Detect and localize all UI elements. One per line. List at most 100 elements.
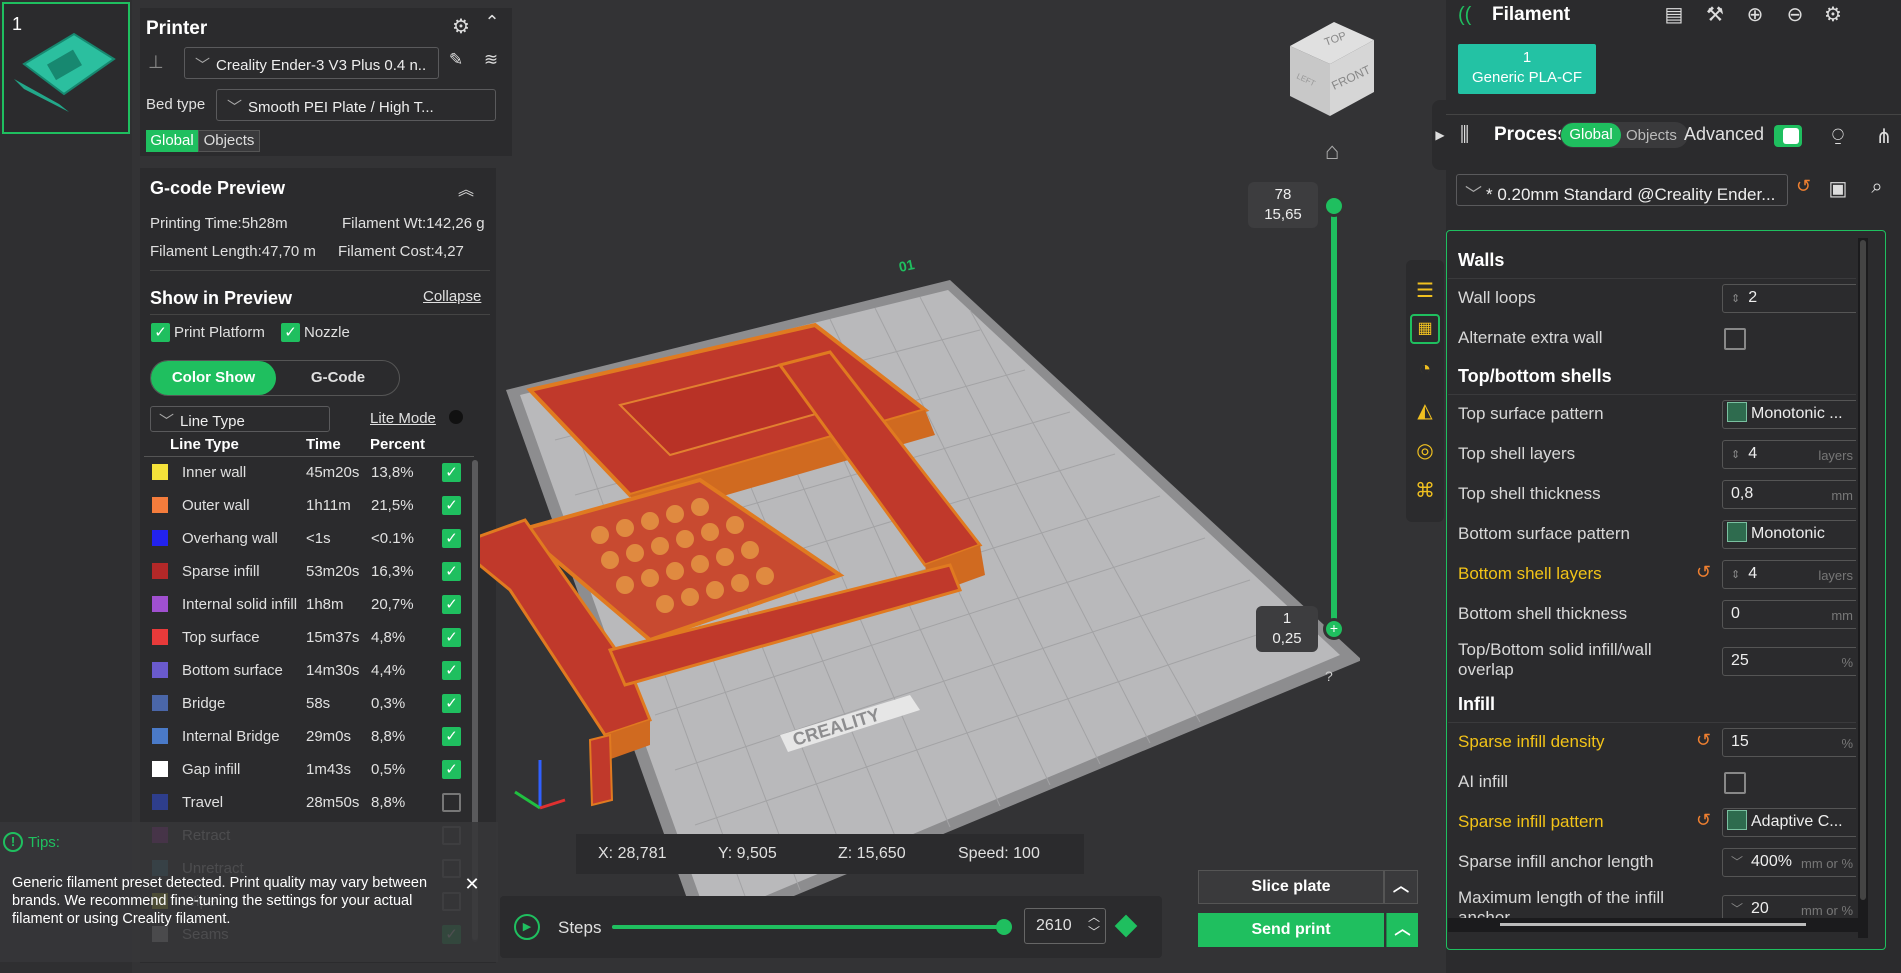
print-platform-checkbox[interactable]: ✓ (151, 323, 170, 342)
printer-settings-gear-icon[interactable]: ⚙ (448, 14, 474, 39)
reset-icon[interactable]: ↺ (1696, 810, 1711, 831)
advanced-toggle[interactable] (1774, 125, 1802, 147)
play-icon[interactable]: ▶ (514, 914, 540, 940)
printer-tab-global[interactable]: Global (146, 130, 198, 152)
settings-hscrollbar[interactable] (1448, 918, 1858, 932)
nozzle-checkbox[interactable]: ✓ (281, 323, 300, 342)
home-icon[interactable]: ⌂ (1317, 138, 1347, 166)
line-type-time: 1m43s (306, 761, 351, 778)
send-print-button[interactable]: Send print (1198, 913, 1384, 947)
reset-icon[interactable]: ↺ (1696, 562, 1711, 583)
bed-type-select[interactable]: ﹀Smooth PEI Plate / High T... (216, 89, 496, 121)
steps-slider-knob[interactable] (996, 919, 1012, 935)
setting-value: Adaptive C... (1751, 813, 1843, 830)
setting-input[interactable]: 25% (1722, 647, 1856, 676)
setting-combo[interactable]: ﹀400%mm or % (1722, 848, 1856, 877)
line-type-visibility-checkbox[interactable]: ✓ (442, 496, 461, 515)
process-preset-select[interactable]: ﹀* 0.20mm Standard @Creality Ender... (1456, 174, 1788, 206)
line-type-visibility-checkbox[interactable]: ✓ (442, 529, 461, 548)
preset-reset-icon[interactable]: ↺ (1796, 176, 1811, 197)
sidebar-collapse-arrow-icon[interactable]: ▶ (1432, 100, 1448, 170)
remove-filament-icon[interactable]: ⊖ (1782, 2, 1808, 27)
line-type-visibility-checkbox[interactable]: ✓ (442, 760, 461, 779)
setting-label: Sparse infill anchor length (1458, 852, 1678, 872)
feature-icon[interactable]: ⌘ (1412, 478, 1438, 503)
chevron-down-icon: ﹀ (1731, 855, 1743, 869)
collapse-link[interactable]: Collapse (423, 288, 481, 305)
height-icon[interactable]: ◭ (1412, 398, 1438, 423)
send-dropdown-chevron-up-icon[interactable]: ︿ (1386, 913, 1418, 947)
search-icon[interactable]: ⌕ (1864, 176, 1890, 199)
layers-icon[interactable]: ☰ (1412, 278, 1438, 303)
line-type-row: Travel28m50s8,8% (144, 790, 470, 820)
layer-slider-track[interactable] (1331, 206, 1337, 630)
line-type-select[interactable]: ﹀Line Type (150, 406, 330, 432)
slice-plate-button[interactable]: Slice plate (1198, 870, 1384, 904)
filament-sync-icon[interactable]: ▤ (1660, 2, 1688, 27)
layer-slider-top-handle[interactable] (1323, 195, 1345, 217)
setting-input[interactable]: ⇕2 (1722, 284, 1856, 313)
line-type-visibility-checkbox[interactable]: ✓ (442, 463, 461, 482)
fan-icon[interactable]: ◎ (1412, 438, 1438, 463)
line-type-percent: 8,8% (371, 728, 405, 745)
line-type-visibility-checkbox[interactable]: ✓ (442, 727, 461, 746)
close-icon[interactable]: ✕ (462, 874, 482, 895)
help-question[interactable]: ? (1325, 668, 1333, 684)
save-preset-icon[interactable]: ▣ (1826, 176, 1850, 201)
setting-input[interactable]: 0,8mm (1722, 480, 1856, 509)
lite-mode-link[interactable]: Lite Mode (370, 410, 436, 427)
filament-dryer-icon[interactable]: ⚒ (1702, 2, 1728, 27)
view-cube[interactable]: TOP FRONT LEFT (1282, 16, 1378, 120)
setting-value: 0 (1731, 605, 1740, 622)
filament-slot[interactable]: 1 Generic PLA-CF (1458, 44, 1596, 94)
viewport-canvas[interactable]: CREALITY 01 (480, 120, 1360, 910)
setting-row: Alternate extra wall (1448, 320, 1856, 360)
lite-mode-toggle[interactable] (449, 410, 463, 424)
line-type-visibility-checkbox[interactable]: ✓ (442, 694, 461, 713)
printer-preset-select[interactable]: ﹀Creality Ender-3 V3 Plus 0.4 n.. (184, 47, 439, 79)
setting-checkbox[interactable] (1724, 772, 1746, 794)
setting-checkbox[interactable] (1724, 328, 1746, 350)
show-in-preview-title: Show in Preview (150, 288, 292, 309)
steps-slider-track[interactable] (612, 925, 1010, 929)
setting-pattern-select[interactable]: Adaptive C... (1722, 808, 1856, 837)
collapse-double-up-icon[interactable]: ︽ (456, 176, 476, 200)
layer-slider-bottom-handle[interactable]: + (1323, 618, 1345, 640)
line-type-percent: 20,7% (371, 596, 414, 613)
setting-pattern-select[interactable]: Monotonic (1722, 520, 1856, 549)
share-icon[interactable]: ⋔ (1872, 124, 1896, 149)
line-type-swatch (152, 629, 168, 645)
setting-label: Wall loops (1458, 288, 1678, 308)
speed-gauge-icon[interactable]: ◔ (1412, 358, 1438, 381)
printer-tab-objects[interactable]: Objects (198, 130, 260, 152)
line-type-visibility-checkbox[interactable]: ✓ (442, 562, 461, 581)
spin-updown-icon[interactable]: ︿﹀ (1086, 910, 1102, 940)
collapse-up-icon[interactable]: ⌃ (482, 12, 502, 33)
slice-dropdown-chevron-up-icon[interactable]: ︿ (1384, 870, 1418, 904)
line-type-visibility-checkbox[interactable]: ✓ (442, 628, 461, 647)
hscrollbar-thumb[interactable] (1500, 923, 1806, 926)
gcode-tab[interactable]: G-Code (276, 369, 400, 386)
x-axis (540, 800, 565, 808)
setting-input[interactable]: ⇕4layers (1722, 560, 1856, 589)
setting-input[interactable]: 0mm (1722, 600, 1856, 629)
add-filament-icon[interactable]: ⊕ (1742, 2, 1768, 27)
scrollbar-thumb[interactable] (1860, 240, 1866, 900)
reset-icon[interactable]: ↺ (1696, 730, 1711, 751)
line-type-visibility-checkbox[interactable] (442, 793, 461, 812)
setting-input[interactable]: ⇕4layers (1722, 440, 1856, 469)
line-type-visibility-checkbox[interactable]: ✓ (442, 661, 461, 680)
edit-pencil-icon[interactable]: ✎ (444, 50, 468, 70)
line-type-view-icon[interactable]: ▦ (1410, 314, 1440, 344)
setting-input[interactable]: 15% (1722, 728, 1856, 757)
settings-scrollbar[interactable] (1858, 238, 1868, 938)
color-show-tab[interactable]: Color Show (151, 361, 276, 395)
compare-icon[interactable]: ⍜ (1826, 124, 1850, 147)
setting-pattern-select[interactable]: Monotonic ... (1722, 400, 1856, 429)
filament-settings-gear-icon[interactable]: ⚙ (1820, 2, 1846, 27)
bed-type-value: Smooth PEI Plate / High T... (248, 99, 434, 116)
process-tab-global[interactable]: Global (1561, 123, 1621, 147)
wifi-icon[interactable]: ≋ (478, 50, 504, 70)
process-tab-objects[interactable]: Objects (1626, 127, 1677, 144)
line-type-visibility-checkbox[interactable]: ✓ (442, 595, 461, 614)
